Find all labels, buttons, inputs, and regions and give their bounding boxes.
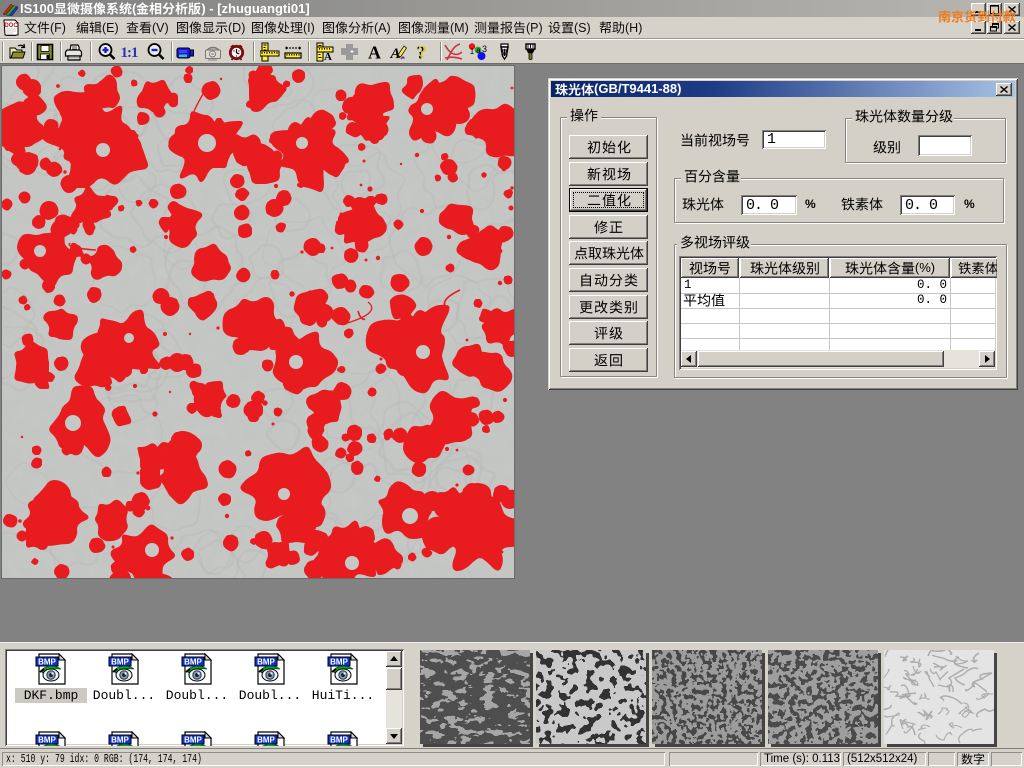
svg-text:BMP: BMP <box>111 736 129 745</box>
svg-text:A: A <box>324 51 332 62</box>
svg-text:BMP: BMP <box>184 658 202 667</box>
svg-text:DOC: DOC <box>4 23 18 29</box>
svg-text:?: ? <box>418 42 427 62</box>
svg-text:1:1: 1:1 <box>121 45 138 61</box>
svg-text:BMP: BMP <box>38 736 56 745</box>
svg-text:BMP: BMP <box>111 658 129 667</box>
svg-text:BMP: BMP <box>38 658 56 667</box>
svg-text:BMP: BMP <box>184 736 202 745</box>
svg-text:BMP: BMP <box>330 658 348 667</box>
svg-text:BMP: BMP <box>257 736 275 745</box>
svg-text:BMP: BMP <box>330 736 348 745</box>
svg-text:A: A <box>368 43 381 63</box>
svg-text:3: 3 <box>482 44 487 54</box>
svg-text:BMP: BMP <box>257 658 275 667</box>
svg-text:1: 1 <box>470 47 475 56</box>
